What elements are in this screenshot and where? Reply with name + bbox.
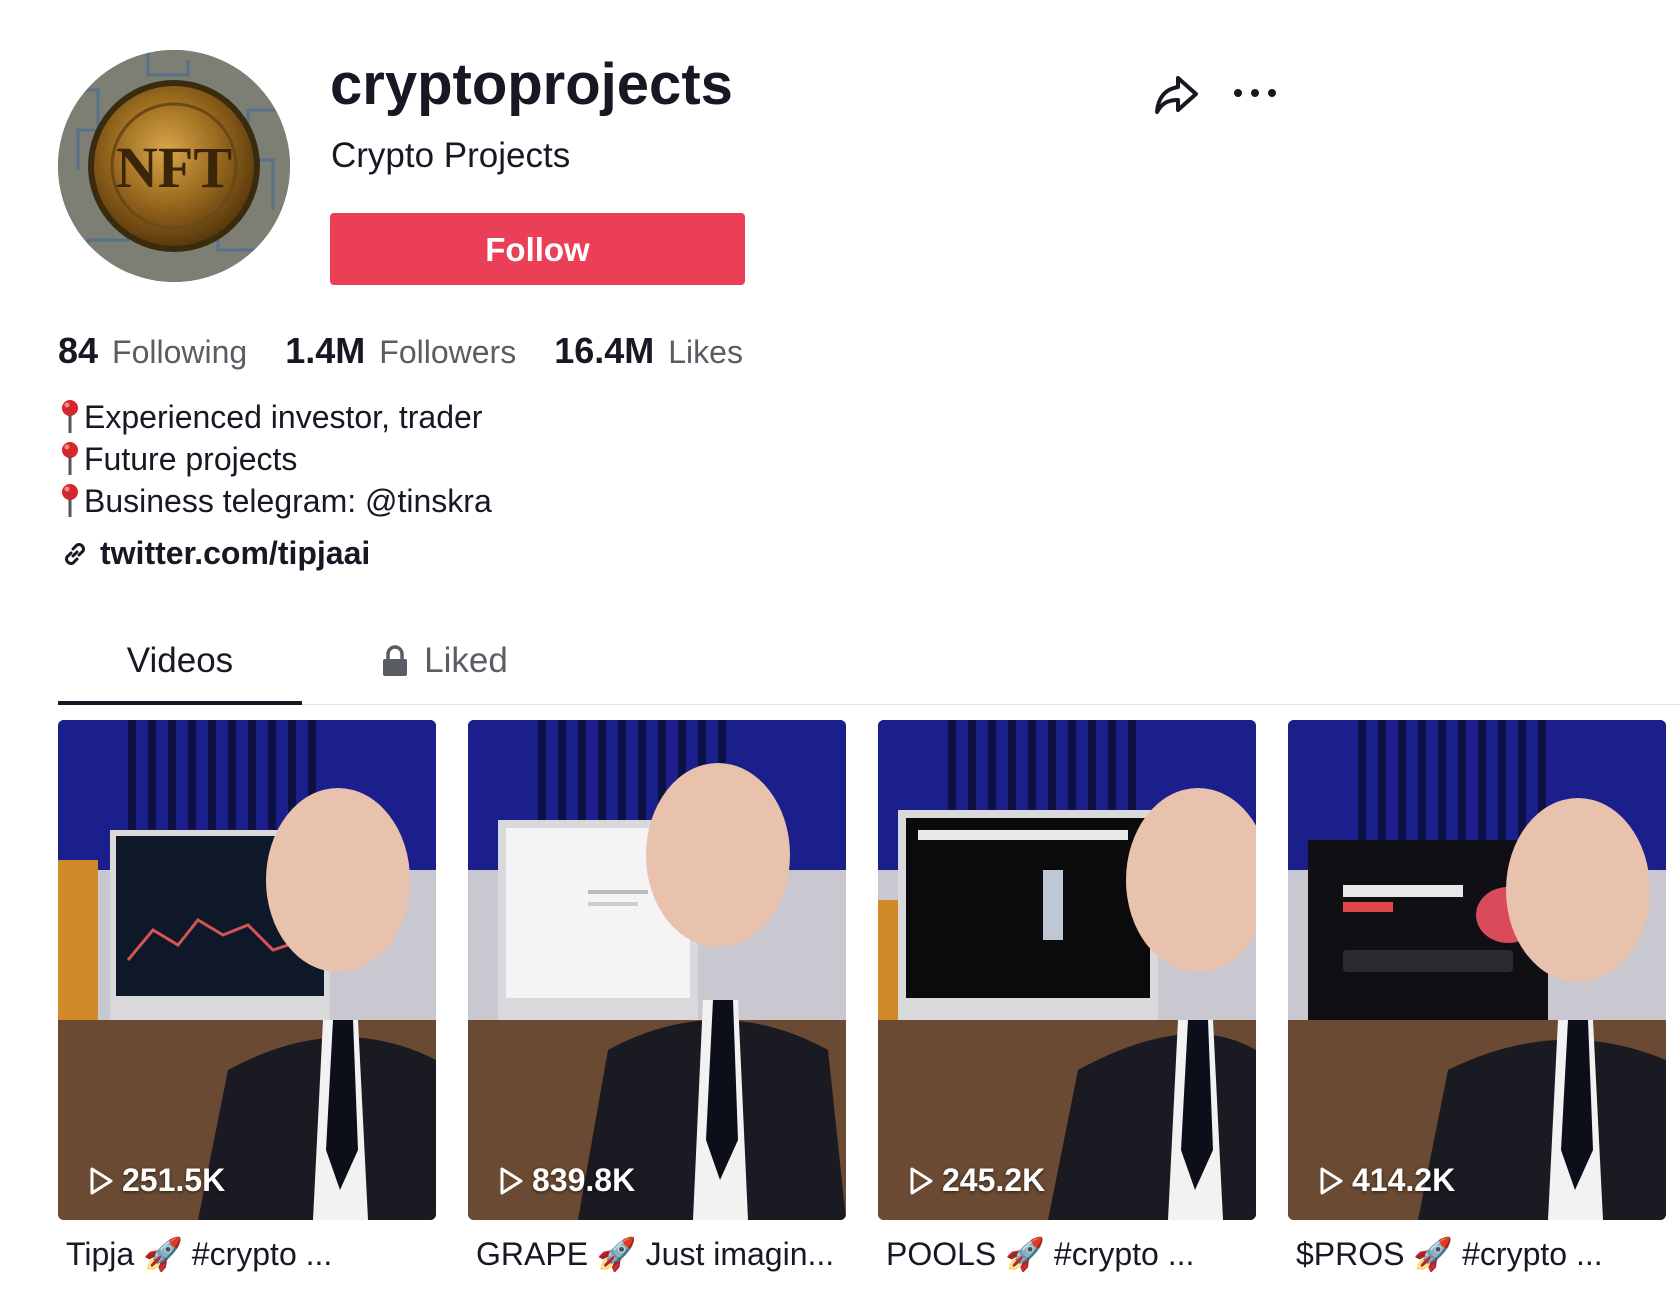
pushpin-icon (62, 484, 78, 517)
tab-videos[interactable]: Videos (58, 620, 302, 702)
profile-stats: 84 Following 1.4M Followers 16.4M Likes (58, 330, 781, 376)
link-icon (65, 542, 85, 565)
tab-videos-label: Videos (126, 641, 234, 680)
play-icon (910, 1167, 933, 1194)
video-views: 414.2K (1318, 1162, 1455, 1199)
video-thumbnail[interactable] (1288, 720, 1666, 1220)
followers-label: Followers (379, 334, 517, 370)
bio-text: Business telegram: @tinskra (84, 483, 492, 519)
pushpin-icon (62, 400, 78, 433)
bio-text: Future projects (84, 441, 298, 477)
profile-nickname: Crypto Projects (331, 136, 571, 175)
video-caption[interactable]: Tipja 🚀 #crypto ... (66, 1232, 436, 1276)
avatar[interactable]: NFT (58, 50, 290, 282)
profile-bio: Experienced investor, trader Future proj… (58, 396, 492, 522)
bio-line: Future projects (58, 438, 492, 480)
active-tab-indicator (58, 701, 302, 705)
likes-count: 16.4M (554, 330, 655, 371)
video-card[interactable]: 245.2K POOLS 🚀 #crypto ... (878, 720, 1256, 1280)
video-thumbnail[interactable] (468, 720, 846, 1220)
more-options-icon[interactable] (1230, 78, 1280, 108)
bio-line: Business telegram: @tinskra (58, 480, 492, 522)
video-view-count: 245.2K (942, 1162, 1046, 1198)
pushpin-icon (62, 442, 78, 475)
video-thumbnail[interactable] (58, 720, 436, 1220)
video-views: 839.8K (498, 1162, 635, 1199)
avatar-logo-text: NFT (116, 135, 232, 200)
video-card[interactable]: 839.8K GRAPE 🚀 Just imagin... (468, 720, 846, 1280)
video-views: 245.2K (908, 1162, 1045, 1199)
video-views: 251.5K (88, 1162, 225, 1199)
lock-icon (383, 645, 408, 676)
video-view-count: 839.8K (532, 1162, 636, 1198)
play-icon (1320, 1167, 1343, 1194)
video-card[interactable]: 414.2K $PROS 🚀 #crypto ... (1288, 720, 1666, 1280)
bio-text: Experienced investor, trader (84, 399, 483, 435)
video-view-count: 414.2K (1352, 1162, 1456, 1198)
bio-line: Experienced investor, trader (58, 396, 492, 438)
play-icon (500, 1167, 523, 1194)
following-label: Following (112, 334, 248, 370)
tab-liked[interactable]: Liked (364, 620, 524, 702)
followers-count: 1.4M (285, 330, 366, 371)
play-icon (90, 1167, 113, 1194)
tab-liked-label: Liked (424, 641, 508, 680)
video-caption[interactable]: GRAPE 🚀 Just imagin... (476, 1232, 846, 1276)
stat-followers[interactable]: 1.4M Followers (285, 330, 516, 372)
profile-link-text: twitter.com/tipjaai (100, 535, 371, 571)
video-caption[interactable]: POOLS 🚀 #crypto ... (886, 1232, 1256, 1276)
stat-likes: 16.4M Likes (554, 330, 743, 372)
stat-following[interactable]: 84 Following (58, 330, 247, 372)
video-thumbnail[interactable] (878, 720, 1256, 1220)
profile-page: NFT cryptoprojects Crypto Projects Follo… (0, 0, 1680, 1296)
profile-link[interactable]: twitter.com/tipjaai (60, 535, 370, 572)
video-card[interactable]: 251.5K Tipja 🚀 #crypto ... (58, 720, 436, 1280)
video-caption[interactable]: $PROS 🚀 #crypto ... (1296, 1232, 1666, 1276)
video-view-count: 251.5K (122, 1162, 226, 1198)
likes-label: Likes (668, 334, 743, 370)
profile-tabs: Videos Liked (58, 620, 1680, 705)
following-count: 84 (58, 330, 99, 371)
follow-button[interactable]: Follow (330, 213, 745, 285)
video-grid: 251.5K Tipja 🚀 #crypto ... 839.8K GRAPE … (58, 720, 1680, 1296)
profile-username: cryptoprojects (330, 52, 733, 117)
share-icon[interactable] (1152, 70, 1200, 118)
